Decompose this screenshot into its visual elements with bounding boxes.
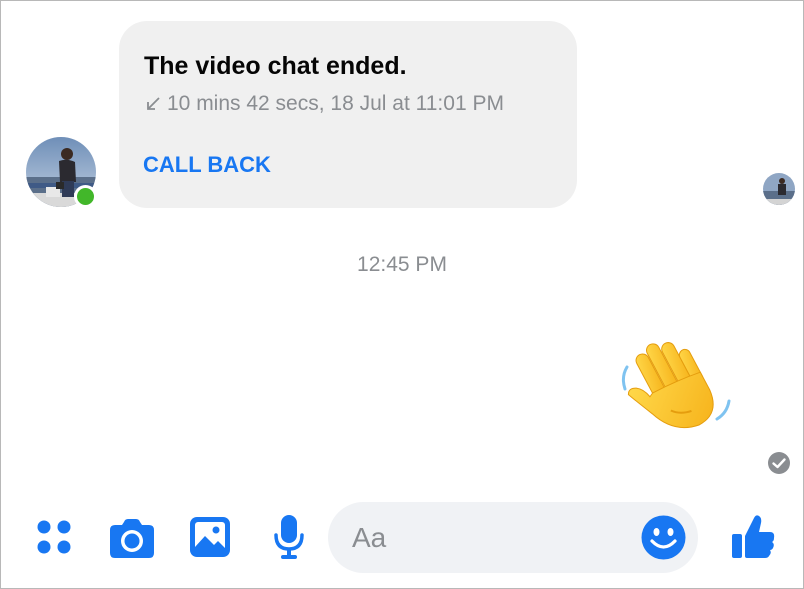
call-details-text: 10 mins 42 secs, 18 Jul at 11:01 PM	[167, 92, 504, 115]
message-timestamp: 12:45 PM	[357, 253, 447, 276]
message-input-container[interactable]	[328, 502, 698, 573]
call-status-title: The video chat ended.	[144, 52, 407, 80]
call-back-button[interactable]: CALL BACK	[143, 152, 271, 178]
seen-by-avatar	[763, 173, 795, 205]
camera-icon[interactable]	[109, 517, 155, 559]
gallery-icon[interactable]	[190, 517, 230, 557]
apps-menu-icon[interactable]	[35, 518, 73, 556]
online-status-indicator	[74, 185, 97, 208]
emoji-icon[interactable]	[641, 515, 686, 560]
message-sent-check-icon	[767, 451, 791, 475]
incoming-arrow-icon	[147, 97, 160, 110]
waving-hand-emoji[interactable]	[613, 337, 737, 451]
call-details: 10 mins 42 secs, 18 Jul at 11:01 PM	[145, 92, 504, 116]
message-input[interactable]	[352, 520, 622, 556]
thumbs-up-icon[interactable]	[730, 514, 776, 560]
chat-window: The video chat ended. 10 mins 42 secs, 1…	[0, 0, 804, 589]
microphone-icon[interactable]	[273, 514, 305, 560]
video-call-message-bubble[interactable]: The video chat ended. 10 mins 42 secs, 1…	[119, 21, 577, 208]
